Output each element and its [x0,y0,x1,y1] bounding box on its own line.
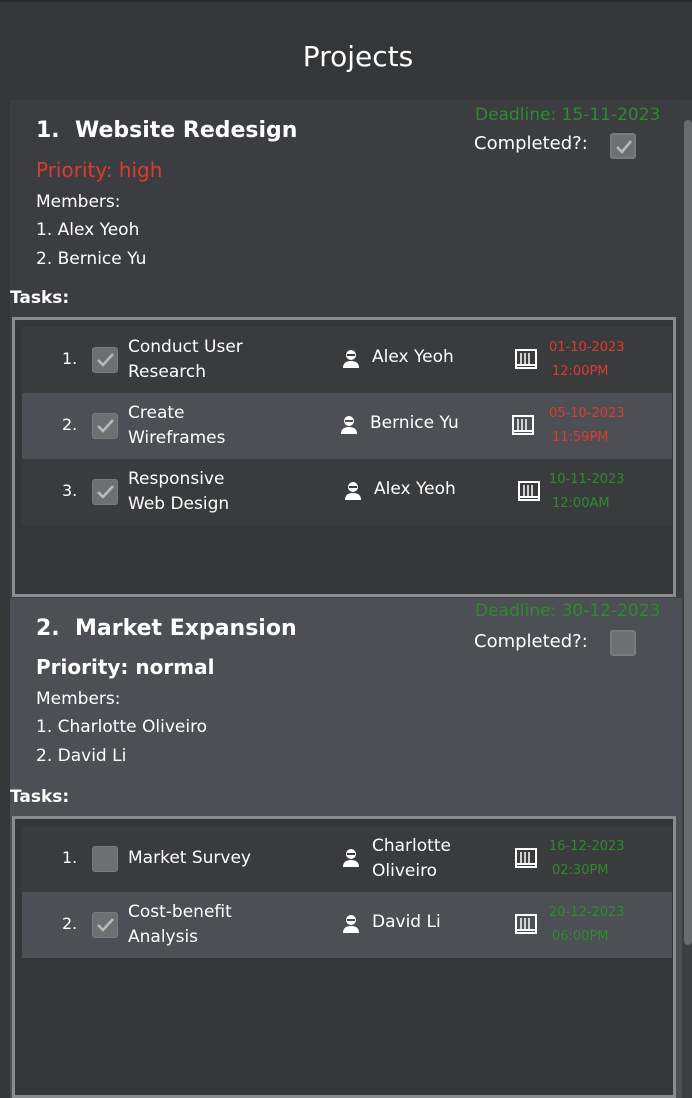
task-due: 16-12-2023 02:30PM [549,835,625,883]
task-name-line: Market Survey [128,848,251,868]
tasks-list: 1. Market Survey Charlotte Oliveiro 16-1… [12,816,676,1098]
task-done-checkbox[interactable] [92,413,118,439]
person-icon [343,350,359,368]
task-name-line: Web Design [128,494,230,514]
task-name: Create Wireframes [128,401,318,451]
task-name-line: Wireframes [128,428,226,448]
task-done-checkbox[interactable] [92,846,118,872]
task-due-date: 05-10-2023 [549,406,625,421]
task-done-checkbox[interactable] [92,479,118,505]
task-due: 10-11-2023 12:00AM [549,468,625,516]
task-due-date: 01-10-2023 [549,340,625,355]
tasks-label: Tasks: [10,288,70,308]
project-completed-checkbox[interactable] [610,133,636,159]
check-icon [97,353,114,367]
task-assignee: David Li [372,912,441,932]
project-card: 2. Market Expansion Priority: normal Mem… [10,598,682,1098]
project-title: 2. Market Expansion [36,616,297,641]
task-name-line: Create [128,403,185,423]
task-assignee: Alex Yeoh [372,347,454,367]
task-due: 20-12-2023 06:00PM [549,901,625,949]
window-top-edge [0,0,692,2]
task-done-checkbox[interactable] [92,912,118,938]
check-icon [616,140,633,154]
task-name-line: Research [128,362,206,382]
tasks-list: 1. Conduct User Research Alex Yeoh 01-10… [12,317,676,597]
calendar-icon [515,848,537,868]
tasks-label: Tasks: [10,787,70,807]
members-label: Members: [36,689,121,709]
project-name: Market Expansion [75,616,297,641]
task-assignee: Charlotte Oliveiro [372,834,482,884]
project-card: 1. Website Redesign Priority: high Membe… [10,100,682,598]
task-row[interactable]: 2. Cost-benefit Analysis David Li 20-12-… [22,892,672,958]
project-index: 1. [36,118,60,143]
task-row[interactable]: 2. Create Wireframes Bernice Yu 05-10-20… [22,393,672,459]
task-assignee-line: Oliveiro [372,861,438,881]
task-row[interactable]: 1. Conduct User Research Alex Yeoh 01-10… [22,327,672,393]
person-icon [345,482,361,500]
task-assignee-line: Charlotte [372,836,451,856]
task-name: Cost-benefit Analysis [128,900,318,950]
calendar-icon [515,349,537,369]
person-icon [343,915,359,933]
completed-label: Completed?: [474,133,588,154]
task-due-time: 06:00PM [552,929,609,944]
completed-label: Completed?: [474,631,588,652]
member-item: 2. David Li [36,746,127,766]
task-assignee: Bernice Yu [370,413,459,433]
member-item: 1. Alex Yeoh [36,220,140,240]
members-label: Members: [36,192,121,212]
project-deadline: Deadline: 30-12-2023 [475,601,661,621]
task-index: 1. [62,349,78,368]
task-index: 1. [62,848,78,867]
task-assignee: Alex Yeoh [374,479,456,499]
task-due-date: 10-11-2023 [549,472,625,487]
task-due-date: 16-12-2023 [549,839,625,854]
project-name: Website Redesign [75,118,298,143]
task-due: 05-10-2023 11:59PM [549,402,625,450]
task-name: Conduct User Research [128,335,318,385]
task-due: 01-10-2023 12:00PM [549,336,625,384]
task-row[interactable]: 3. Responsive Web Design Alex Yeoh 10-11… [22,459,672,525]
person-icon [343,849,359,867]
project-priority: Priority: high [36,158,163,182]
task-name-line: Conduct User [128,337,243,357]
project-index: 2. [36,616,60,641]
scrollbar-thumb[interactable] [684,120,692,945]
project-deadline: Deadline: 15-11-2023 [475,105,661,125]
page-title: Projects [302,40,414,73]
member-item: 2. Bernice Yu [36,249,147,269]
task-due-time: 02:30PM [552,863,609,878]
project-title: 1. Website Redesign [36,118,297,143]
task-done-checkbox[interactable] [92,347,118,373]
task-name: Responsive Web Design [128,467,318,517]
task-index: 2. [62,914,78,933]
task-name-line: Analysis [128,927,199,947]
task-due-time: 12:00PM [552,364,609,379]
project-completed-checkbox[interactable] [610,630,636,656]
task-name-line: Responsive [128,469,225,489]
check-icon [97,419,114,433]
check-icon [97,918,114,932]
task-name: Market Survey [128,846,318,871]
calendar-icon [518,481,540,501]
calendar-icon [515,914,537,934]
project-priority: Priority: normal [36,655,215,679]
check-icon [97,485,114,499]
task-due-time: 12:00AM [552,496,610,511]
task-due-date: 20-12-2023 [549,905,625,920]
person-icon [341,416,357,434]
task-name-line: Cost-benefit [128,902,232,922]
task-due-time: 11:59PM [552,430,609,445]
calendar-icon [512,415,534,435]
task-row[interactable]: 1. Market Survey Charlotte Oliveiro 16-1… [22,826,672,892]
task-index: 3. [62,481,78,500]
member-item: 1. Charlotte Oliveiro [36,717,208,737]
task-index: 2. [62,415,78,434]
